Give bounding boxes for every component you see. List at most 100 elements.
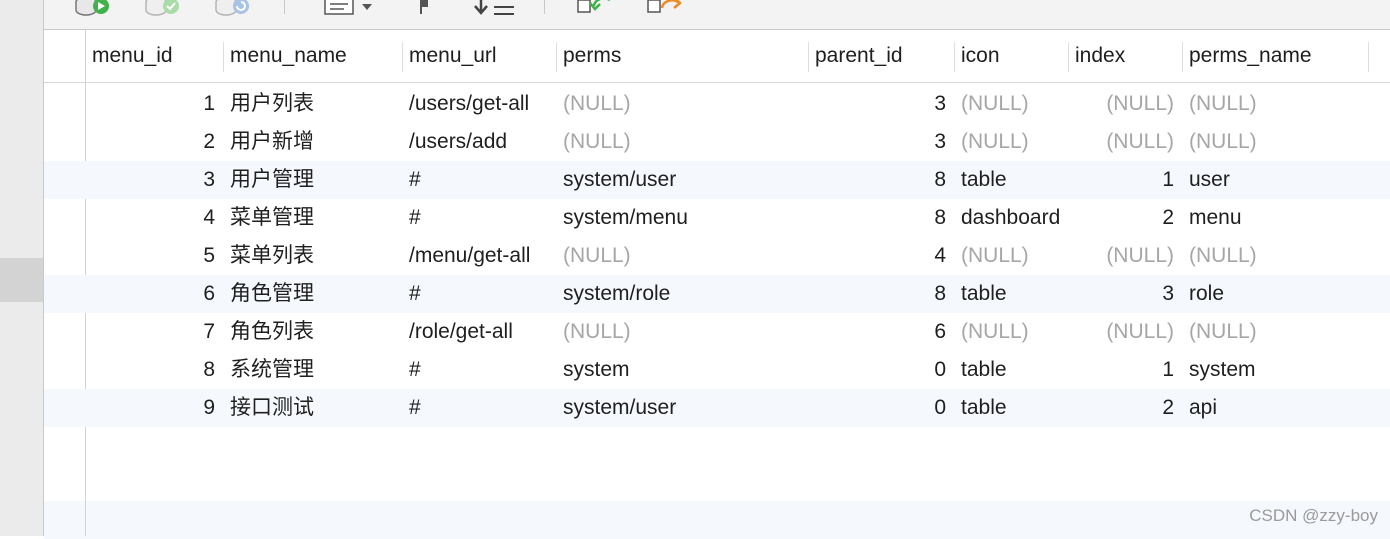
text-view-icon[interactable]	[324, 0, 376, 16]
cell-menu-name[interactable]: 角色列表	[223, 313, 402, 351]
cell-index[interactable]: 1	[1068, 161, 1182, 199]
cell-icon[interactable]: (NULL)	[954, 313, 1068, 351]
cell-perms-name[interactable]: (NULL)	[1182, 313, 1368, 351]
cell-menu-name[interactable]: 菜单管理	[223, 199, 402, 237]
cell-perms[interactable]: (NULL)	[556, 123, 808, 161]
cell-icon[interactable]: table	[954, 275, 1068, 313]
toolbar-separator	[284, 0, 285, 14]
cell-icon[interactable]: (NULL)	[954, 85, 1068, 123]
cell-parent-id[interactable]: 3	[808, 85, 954, 123]
cell-menu-id[interactable]: 6	[85, 275, 223, 313]
cell-icon[interactable]: (NULL)	[954, 237, 1068, 275]
cell-perms-name[interactable]: user	[1182, 161, 1368, 199]
cell-menu-id[interactable]: 3	[85, 161, 223, 199]
column-header-parent-id[interactable]: parent_id	[808, 30, 954, 82]
cell-menu-url[interactable]: #	[402, 389, 556, 427]
cell-menu-id[interactable]: 7	[85, 313, 223, 351]
cell-index[interactable]: (NULL)	[1068, 313, 1182, 351]
cell-perms[interactable]: system	[556, 351, 808, 389]
sort-icon[interactable]	[472, 0, 518, 16]
cell-icon[interactable]: table	[954, 351, 1068, 389]
cell-index[interactable]: 1	[1068, 351, 1182, 389]
cell-menu-id[interactable]: 9	[85, 389, 223, 427]
column-header-icon[interactable]: icon	[954, 30, 1068, 82]
export-icon[interactable]	[646, 0, 686, 16]
cell-parent-id[interactable]: 0	[808, 351, 954, 389]
cell-perms[interactable]: system/user	[556, 389, 808, 427]
gutter-selection[interactable]	[0, 258, 43, 302]
column-header-perms-name[interactable]: perms_name	[1182, 30, 1368, 82]
cell-menu-id[interactable]: 1	[85, 85, 223, 123]
cell-menu-name[interactable]: 菜单列表	[223, 237, 402, 275]
cell-menu-id[interactable]: 4	[85, 199, 223, 237]
cell-perms-name[interactable]: api	[1182, 389, 1368, 427]
cell-index[interactable]: 3	[1068, 275, 1182, 313]
cell-perms-name[interactable]: role	[1182, 275, 1368, 313]
cell-menu-id[interactable]: 8	[85, 351, 223, 389]
table-row[interactable]: 8 系统管理 # system 0 table 1 system	[44, 351, 1390, 389]
column-header-menu-name[interactable]: menu_name	[223, 30, 402, 82]
cell-menu-name[interactable]: 用户管理	[223, 161, 402, 199]
table-row[interactable]: 6 角色管理 # system/role 8 table 3 role	[44, 275, 1390, 313]
cell-index[interactable]: (NULL)	[1068, 123, 1182, 161]
column-header-index[interactable]: index	[1068, 30, 1182, 82]
watermark: CSDN @zzy-boy	[1249, 506, 1378, 525]
cell-menu-url[interactable]: #	[402, 275, 556, 313]
cell-icon[interactable]: (NULL)	[954, 123, 1068, 161]
cell-menu-name[interactable]: 用户列表	[223, 85, 402, 123]
column-header-menu-url[interactable]: menu_url	[402, 30, 556, 82]
table-row[interactable]: 2 用户新增/users/add (NULL) 3 (NULL) (NULL) (NULL)	[44, 123, 1390, 161]
cell-perms[interactable]: (NULL)	[556, 85, 808, 123]
cell-menu-name[interactable]: 接口测试	[223, 389, 402, 427]
cell-menu-url[interactable]: #	[402, 351, 556, 389]
cell-menu-id[interactable]: 2	[85, 123, 223, 161]
db-run-icon[interactable]	[74, 0, 114, 16]
cell-index[interactable]: (NULL)	[1068, 85, 1182, 123]
cell-perms-name[interactable]: (NULL)	[1182, 123, 1368, 161]
cell-perms-name[interactable]: system	[1182, 351, 1368, 389]
cell-perms-name[interactable]: (NULL)	[1182, 85, 1368, 123]
cell-menu-url[interactable]: #	[402, 161, 556, 199]
cell-menu-name[interactable]: 用户新增	[223, 123, 402, 161]
cell-menu-url[interactable]: /role/get-all	[402, 313, 556, 351]
import-icon[interactable]	[576, 0, 616, 16]
table-row[interactable]: 4 菜单管理 # system/menu 8 dashboard 2 menu	[44, 199, 1390, 237]
table-row[interactable]: 1 用户列表/users/get-all (NULL) 3 (NULL) (NULL) (N…	[44, 85, 1390, 123]
cell-perms-name[interactable]: menu	[1182, 199, 1368, 237]
cell-parent-id[interactable]: 8	[808, 275, 954, 313]
cell-index[interactable]: 2	[1068, 199, 1182, 237]
table-row[interactable]: 9 接口测试 # system/user 0 table 2 api	[44, 389, 1390, 427]
cell-parent-id[interactable]: 8	[808, 199, 954, 237]
cell-menu-name[interactable]: 角色管理	[223, 275, 402, 313]
cell-parent-id[interactable]: 6	[808, 313, 954, 351]
db-refresh-icon[interactable]	[214, 0, 254, 16]
cell-perms[interactable]: (NULL)	[556, 237, 808, 275]
cell-icon[interactable]: table	[954, 389, 1068, 427]
flag-icon[interactable]	[416, 0, 432, 16]
cell-menu-url[interactable]: /users/add	[402, 123, 556, 161]
column-header-menu-id[interactable]: menu_id	[85, 30, 223, 82]
cell-menu-url[interactable]: /users/get-all	[402, 85, 556, 123]
cell-parent-id[interactable]: 4	[808, 237, 954, 275]
cell-menu-name[interactable]: 系统管理	[223, 351, 402, 389]
table-row[interactable]: 3 用户管理 # system/user 8 table 1 user	[44, 161, 1390, 199]
table-row[interactable]: 5 菜单列表/menu/get-all (NULL) 4 (NULL) (NULL) (NU…	[44, 237, 1390, 275]
cell-parent-id[interactable]: 8	[808, 161, 954, 199]
cell-index[interactable]: 2	[1068, 389, 1182, 427]
cell-menu-id[interactable]: 5	[85, 237, 223, 275]
cell-index[interactable]: (NULL)	[1068, 237, 1182, 275]
cell-menu-url[interactable]: #	[402, 199, 556, 237]
cell-icon[interactable]: dashboard	[954, 199, 1068, 237]
db-check-icon[interactable]	[144, 0, 184, 16]
cell-perms[interactable]: system/role	[556, 275, 808, 313]
cell-perms[interactable]: system/menu	[556, 199, 808, 237]
cell-parent-id[interactable]: 3	[808, 123, 954, 161]
cell-perms[interactable]: system/user	[556, 161, 808, 199]
table-row[interactable]: 7 角色列表/role/get-all (NULL) 6 (NULL) (NULL) (NU…	[44, 313, 1390, 351]
column-header-perms[interactable]: perms	[556, 30, 808, 82]
cell-parent-id[interactable]: 0	[808, 389, 954, 427]
cell-perms[interactable]: (NULL)	[556, 313, 808, 351]
cell-menu-url[interactable]: /menu/get-all	[402, 237, 556, 275]
cell-icon[interactable]: table	[954, 161, 1068, 199]
cell-perms-name[interactable]: (NULL)	[1182, 237, 1368, 275]
